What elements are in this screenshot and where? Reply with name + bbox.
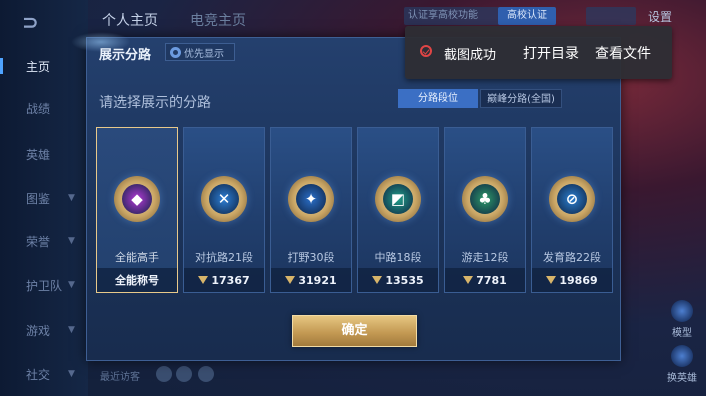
route-card[interactable]: ⊘ 发育路22段 19869 <box>531 127 613 293</box>
rank-emblem-icon: ◆ <box>114 176 160 222</box>
chevron-down-icon: ▼ <box>68 369 75 379</box>
rank-emblem-icon: ⊘ <box>549 176 595 222</box>
tab-route-rank[interactable]: 分路段位 <box>398 89 478 108</box>
sidebar-item-label: 护卫队 <box>26 278 63 293</box>
sidebar-item-label: 英雄 <box>26 147 51 162</box>
tab-personal-home[interactable]: 个人主页 <box>102 10 158 30</box>
sidebar-item-label: 图鉴 <box>26 191 51 206</box>
route-card[interactable]: ◆ 全能高手全能称号 <box>96 127 178 293</box>
rank-points-value: 7781 <box>476 273 507 287</box>
school-auth-hint[interactable]: 认证享高校功能 <box>404 7 500 25</box>
gear-icon <box>170 46 181 58</box>
game-logo-icon: ⊃ <box>22 10 39 34</box>
rank-points-value: 31921 <box>298 273 337 287</box>
rank-points-icon <box>463 276 474 284</box>
chevron-down-icon: ▼ <box>68 193 75 203</box>
chevron-down-icon: ▼ <box>68 236 75 246</box>
sidebar-item[interactable]: 游戏 ▼ <box>0 318 88 342</box>
rank-points-icon <box>372 276 383 284</box>
sidebar-item[interactable]: 英雄 <box>0 142 88 166</box>
rank-emblem-icon: ✦ <box>288 176 334 222</box>
rank-points-value: 17367 <box>211 273 250 287</box>
route-name: 游走12段 <box>461 251 509 264</box>
route-name: 打野30段 <box>287 251 335 264</box>
route-card[interactable]: ♣ 游走12段 7781 <box>444 127 526 293</box>
rank-emblem-icon: ◩ <box>375 176 421 222</box>
check-circle-icon <box>420 45 432 57</box>
model-icon <box>671 300 693 322</box>
swap-hero-icon <box>671 345 693 367</box>
sidebar-item[interactable]: 图鉴 ▼ <box>0 186 88 210</box>
recent-visitors[interactable]: 最近访客 <box>100 368 140 383</box>
visitor-avatar[interactable] <box>176 366 192 382</box>
sidebar-item-label: 荣誉 <box>26 234 51 249</box>
route-card-footer: 19869 <box>532 268 612 292</box>
route-card-footer: 全能称号 <box>97 268 177 292</box>
swap-hero-button[interactable]: 换英雄 <box>662 345 702 384</box>
open-folder-link[interactable]: 打开目录 <box>523 43 579 63</box>
sidebar-item[interactable]: 主页 <box>0 54 88 78</box>
tab-esports-home[interactable]: 电竞主页 <box>190 10 246 30</box>
route-name: 发育路22段 <box>543 251 601 264</box>
route-card-footer: 17367 <box>184 268 264 292</box>
rank-points-value: 13535 <box>385 273 424 287</box>
route-card[interactable]: ◩ 中路18段 13535 <box>357 127 439 293</box>
sidebar-item-label: 社交 <box>26 367 51 382</box>
route-card-footer: 13535 <box>358 268 438 292</box>
chevron-down-icon: ▼ <box>68 325 75 335</box>
rank-points-value: 19869 <box>559 273 598 287</box>
visitor-avatar[interactable] <box>198 366 214 382</box>
status-pill <box>586 7 636 25</box>
screenshot-toast: 截图成功 打开目录 查看文件 <box>405 26 672 79</box>
chevron-down-icon: ▼ <box>68 280 75 290</box>
sidebar-item[interactable]: 荣誉 ▼ <box>0 229 88 253</box>
tab-peak-route[interactable]: 巅峰分路(全国) <box>480 89 562 108</box>
route-card-list: ◆ 全能高手全能称号 ✕ 对抗路21段 17367 ✦ 打野30段 31921 ◩ 中路18段 13… <box>96 127 616 295</box>
priority-display-label: 优先显示 <box>184 48 224 60</box>
sidebar-item-label: 主页 <box>26 59 51 74</box>
view-file-link[interactable]: 查看文件 <box>595 43 651 63</box>
toast-message: 截图成功 <box>444 48 497 63</box>
route-name: 全能高手 <box>115 251 159 264</box>
route-name: 对抗路21段 <box>195 251 253 264</box>
route-card[interactable]: ✦ 打野30段 31921 <box>270 127 352 293</box>
settings-button[interactable]: 设置 <box>648 8 672 25</box>
rank-emblem-icon: ✕ <box>201 176 247 222</box>
model-label: 模型 <box>672 328 692 339</box>
rank-emblem-icon: ♣ <box>462 176 508 222</box>
route-card-footer: 7781 <box>445 268 525 292</box>
school-auth-badge[interactable]: 高校认证 <box>498 7 556 25</box>
sidebar-item-label: 游戏 <box>26 323 51 338</box>
rank-points-icon <box>198 276 209 284</box>
rank-points-icon <box>285 276 296 284</box>
left-sidebar: ⊃ 主页战绩英雄图鉴 ▼ 荣誉 ▼ 护卫队 ▼ 游戏 ▼ 社交 ▼ <box>0 0 88 396</box>
sidebar-item-label: 战绩 <box>26 101 51 116</box>
title-label: 全能称号 <box>115 274 159 287</box>
route-card[interactable]: ✕ 对抗路21段 17367 <box>183 127 265 293</box>
route-card-footer: 31921 <box>271 268 351 292</box>
dialog-title: 展示分路 <box>99 48 152 63</box>
rank-points-icon <box>546 276 557 284</box>
sidebar-item[interactable]: 护卫队 ▼ <box>0 273 88 297</box>
route-display-dialog: 展示分路 优先显示 请选择展示的分路 分路段位 巅峰分路(全国) ◆ 全能高手全能… <box>71 32 621 361</box>
confirm-button[interactable]: 确定 <box>292 315 417 347</box>
route-name: 中路18段 <box>374 251 422 264</box>
sidebar-item[interactable]: 战绩 <box>0 96 88 120</box>
swap-hero-label: 换英雄 <box>667 373 697 384</box>
visitor-avatar[interactable] <box>156 366 172 382</box>
priority-display-button[interactable]: 优先显示 <box>165 43 235 61</box>
model-button[interactable]: 模型 <box>662 300 702 339</box>
sidebar-item[interactable]: 社交 ▼ <box>0 362 88 386</box>
dialog-prompt: 请选择展示的分路 <box>99 95 211 111</box>
